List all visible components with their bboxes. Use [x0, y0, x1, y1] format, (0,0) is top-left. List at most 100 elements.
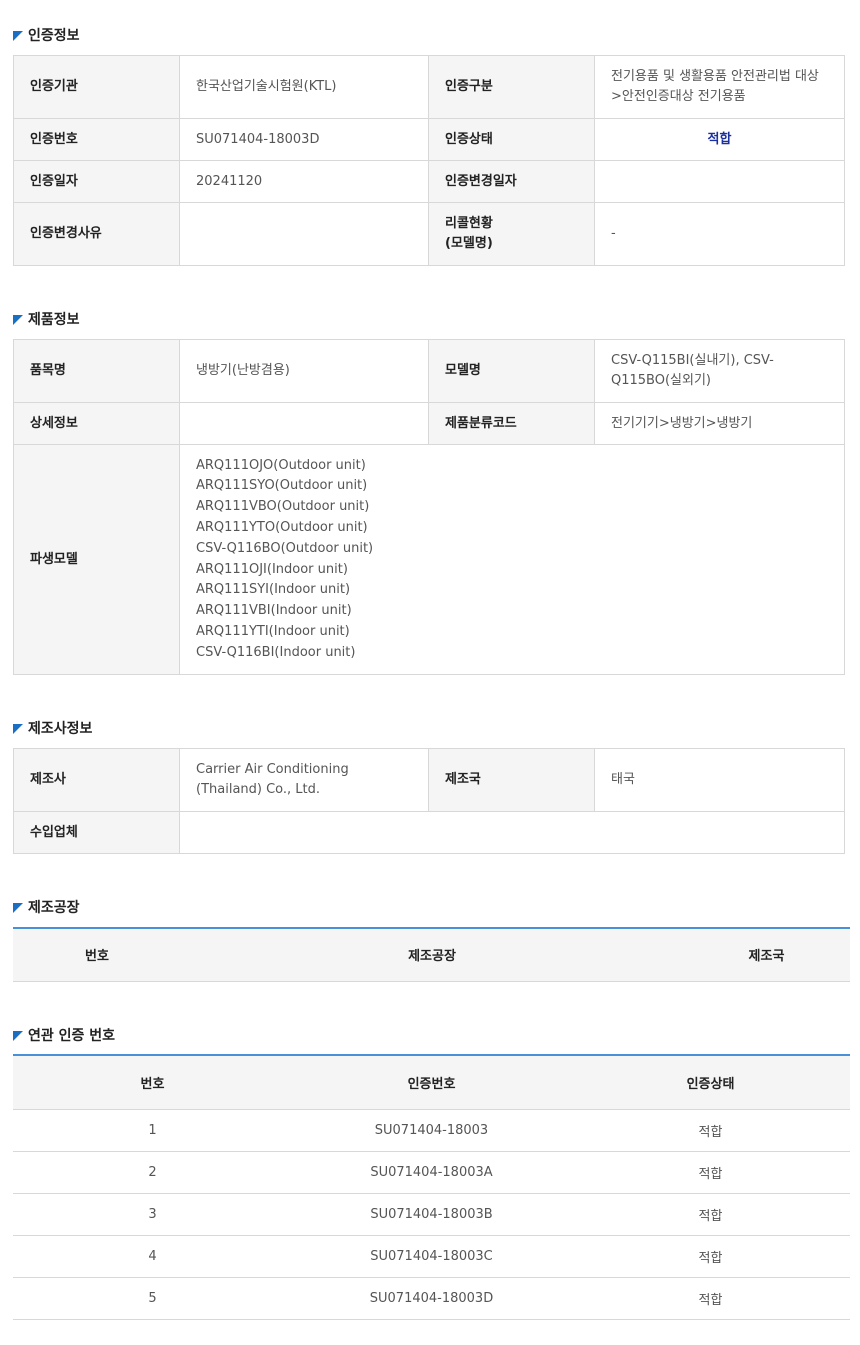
factory-section-title-text: 제조공장	[28, 900, 80, 916]
change-reason-value	[179, 202, 429, 266]
maker-info-table: 제조사 Carrier Air Conditioning (Thailand) …	[13, 748, 845, 854]
table-row: 인증변경사유 리콜현황 (모델명) -	[13, 202, 845, 266]
table-row: 인증기관 한국산업기술시험원(KTL) 인증구분 전기용품 및 생활용품 안전관…	[13, 55, 845, 119]
change-date-label: 인증변경일자	[428, 160, 595, 203]
product-info-table: 품목명 냉방기(난방겸용) 모델명 CSV-Q115BI(실내기), CSV-Q…	[13, 339, 845, 675]
factory-no-header: 번호	[13, 928, 181, 982]
related-status-cell: 적합	[571, 1193, 850, 1236]
list-item: ARQ111VBI(Indoor unit)	[196, 603, 352, 619]
related-cert-no-cell: SU071404-18003A	[292, 1151, 571, 1194]
agency-label: 인증기관	[13, 55, 180, 119]
model-label: 모델명	[428, 339, 595, 403]
table-row: 수입업체	[13, 811, 845, 854]
change-date-value	[594, 160, 845, 203]
factory-country-header: 제조국	[683, 928, 850, 982]
maker-info-table-wrap: 제조사 Carrier Air Conditioning (Thailand) …	[13, 748, 845, 854]
detail-value	[179, 402, 429, 445]
factory-section-title: 제조공장	[13, 898, 80, 918]
agency-value: 한국산업기술시험원(KTL)	[179, 55, 429, 119]
related-status-cell: 적합	[571, 1235, 850, 1278]
change-reason-label: 인증변경사유	[13, 202, 180, 266]
related-cert-no-cell: SU071404-18003C	[292, 1235, 571, 1278]
maker-section-title: 제조사정보	[13, 719, 92, 739]
list-item: ARQ111OJO(Outdoor unit)	[196, 457, 366, 473]
section-marker-icon	[13, 31, 23, 41]
cert-info-table: 인증기관 한국산업기술시험원(KTL) 인증구분 전기용품 및 생활용품 안전관…	[13, 55, 845, 266]
list-item: ARQ111SYO(Outdoor unit)	[196, 478, 368, 494]
status-label: 인증상태	[428, 118, 595, 161]
date-value: 20241120	[179, 160, 429, 203]
class-code-value: 전기기기>냉방기>냉방기	[594, 402, 845, 445]
cert-info-table-wrap: 인증기관 한국산업기술시험원(KTL) 인증구분 전기용품 및 생활용품 안전관…	[13, 55, 845, 266]
related-status-cell: 적합	[571, 1109, 850, 1152]
section-marker-icon	[13, 903, 23, 913]
recall-label: 리콜현황 (모델명)	[428, 202, 595, 266]
country-value: 태국	[594, 748, 845, 812]
status-badge: 적합	[594, 118, 845, 161]
related-cert-no-cell: SU071404-18003B	[292, 1193, 571, 1236]
related-section-title: 연관 인증 번호	[13, 1026, 115, 1046]
table-row: 인증번호 SU071404-18003D 인증상태 적합	[13, 118, 845, 161]
list-item: ARQ111VBO(Outdoor unit)	[196, 499, 370, 515]
category-value: 전기용품 및 생활용품 안전관리법 대상 >안전인증대상 전기용품	[594, 55, 845, 119]
related-cert-table: 번호 인증번호 인증상태 1 SU071404-18003 적합 2 SU071…	[13, 1054, 850, 1320]
list-item: ARQ111SYI(Indoor unit)	[196, 582, 351, 598]
related-section-title-text: 연관 인증 번호	[28, 1028, 116, 1044]
derived-models-list: ARQ111OJO(Outdoor unit) ARQ111SYO(Outdoo…	[179, 444, 845, 675]
list-item: CSV-Q116BI(Indoor unit)	[196, 644, 356, 660]
table-row: 품목명 냉방기(난방겸용) 모델명 CSV-Q115BI(실내기), CSV-Q…	[13, 339, 845, 403]
product-section-title-text: 제품정보	[28, 312, 80, 328]
table-row: 파생모델 ARQ111OJO(Outdoor unit) ARQ111SYO(O…	[13, 444, 845, 675]
importer-value	[179, 811, 845, 854]
list-item: CSV-Q116BO(Outdoor unit)	[196, 540, 374, 556]
table-row: 5 SU071404-18003D 적합	[13, 1277, 850, 1320]
related-no-cell: 1	[13, 1109, 292, 1152]
table-row: 3 SU071404-18003B 적합	[13, 1193, 850, 1236]
section-marker-icon	[13, 1031, 23, 1041]
number-label: 인증번호	[13, 118, 180, 161]
list-item: ARQ111YTI(Indoor unit)	[196, 623, 350, 639]
related-cert-no-cell: SU071404-18003	[292, 1109, 571, 1152]
detail-label: 상세정보	[13, 402, 180, 445]
related-no-header: 번호	[13, 1055, 292, 1110]
derived-label: 파생모델	[13, 444, 180, 675]
cert-section-title-text: 인증정보	[28, 28, 80, 44]
item-value: 냉방기(난방겸용)	[179, 339, 429, 403]
category-label: 인증구분	[428, 55, 595, 119]
related-cert-no-cell: SU071404-18003D	[292, 1277, 571, 1320]
related-status-cell: 적합	[571, 1277, 850, 1320]
list-item: ARQ111OJI(Indoor unit)	[196, 561, 348, 577]
item-label: 품목명	[13, 339, 180, 403]
cert-section-title: 인증정보	[13, 26, 80, 46]
factory-name-header: 제조공장	[181, 928, 683, 982]
country-label: 제조국	[428, 748, 595, 812]
date-label: 인증일자	[13, 160, 180, 203]
importer-label: 수입업체	[13, 811, 180, 854]
table-header-row: 번호 인증번호 인증상태	[13, 1055, 850, 1110]
model-value: CSV-Q115BI(실내기), CSV-Q115BO(실외기)	[594, 339, 845, 403]
related-cert-no-header: 인증번호	[292, 1055, 571, 1110]
related-status-header: 인증상태	[571, 1055, 850, 1110]
maker-section-title-text: 제조사정보	[28, 721, 93, 737]
related-no-cell: 4	[13, 1235, 292, 1278]
table-row: 상세정보 제품분류코드 전기기기>냉방기>냉방기	[13, 402, 845, 445]
section-marker-icon	[13, 724, 23, 734]
maker-label: 제조사	[13, 748, 180, 812]
factory-table-wrap: 번호 제조공장 제조국	[13, 927, 850, 982]
table-row: 2 SU071404-18003A 적합	[13, 1151, 850, 1194]
factory-table: 번호 제조공장 제조국	[13, 927, 850, 982]
recall-value: -	[594, 202, 845, 266]
related-table-wrap: 번호 인증번호 인증상태 1 SU071404-18003 적합 2 SU071…	[13, 1054, 850, 1320]
maker-value: Carrier Air Conditioning (Thailand) Co.,…	[179, 748, 429, 812]
related-no-cell: 5	[13, 1277, 292, 1320]
table-row: 1 SU071404-18003 적합	[13, 1109, 850, 1152]
table-row: 4 SU071404-18003C 적합	[13, 1235, 850, 1278]
product-section-title: 제품정보	[13, 310, 80, 330]
product-info-table-wrap: 품목명 냉방기(난방겸용) 모델명 CSV-Q115BI(실내기), CSV-Q…	[13, 339, 845, 675]
related-status-cell: 적합	[571, 1151, 850, 1194]
number-value: SU071404-18003D	[179, 118, 429, 161]
table-row: 제조사 Carrier Air Conditioning (Thailand) …	[13, 748, 845, 812]
list-item: ARQ111YTO(Outdoor unit)	[196, 519, 368, 535]
related-no-cell: 2	[13, 1151, 292, 1194]
class-code-label: 제품분류코드	[428, 402, 595, 445]
